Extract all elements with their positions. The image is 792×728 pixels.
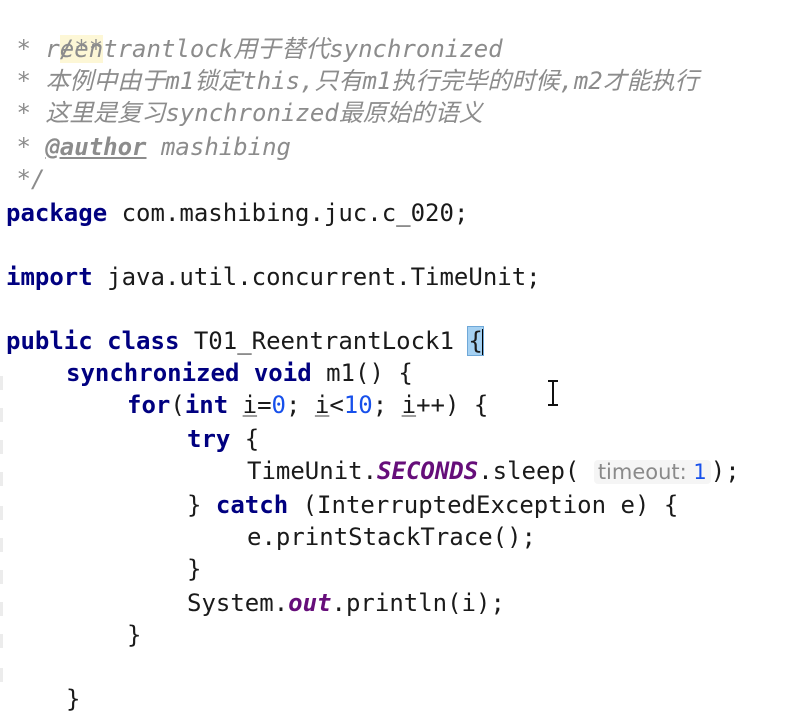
static-field: out [288,589,332,617]
for-paren: ( [170,391,185,419]
code-editor[interactable]: /** * reentrantlock用于替代synchronized * 本例… [0,0,792,728]
comment-close: */ [2,165,46,193]
keyword-class: class [107,327,180,355]
keyword-import: import [6,263,93,291]
class-name: T01_ReentrantLock1 [193,327,454,355]
hint-label: timeout: [597,460,687,484]
code-line-author[interactable]: * @author mashibing [2,132,291,162]
package-name: com.mashibing.juc.c_020; [107,199,469,227]
gutter-fold-marker [0,472,3,486]
import-name: java.util.concurrent.TimeUnit; [92,263,541,291]
code-line-sleep[interactable]: TimeUnit.SECONDS.sleep( timeout: 1); [247,456,740,486]
keyword-public: public [6,327,93,355]
code-line-class-decl[interactable]: public class T01_ReentrantLock1 { [6,326,484,356]
code-line-comment-close[interactable]: */ [2,164,45,194]
code-line-import[interactable]: import java.util.concurrent.TimeUnit; [6,262,541,292]
code-line-comment-open[interactable]: /** [2,4,104,63]
close-brace: } [187,555,202,583]
for-semi: ; [372,391,402,419]
code-line-package[interactable]: package com.mashibing.juc.c_020; [6,198,468,228]
author-tag: @author [45,133,147,161]
gutter-fold-marker [0,634,3,648]
for-eq: = [257,391,272,419]
comment-text-2: 本例中由于m1锁定this,只有m1执行完毕的时候,m2才能执行 [45,67,699,95]
gutter-fold-marker [0,506,3,520]
method-name: m1 [326,359,355,387]
try-brace: { [230,425,260,453]
comment-star: * [2,99,46,127]
gutter-fold-marker [0,538,3,552]
static-field: SECONDS [377,457,479,485]
comment-text-1: reentrantlock用于替代synchronized [45,35,503,63]
gutter-fold-marker [0,408,3,422]
catch-rest: (InterruptedException e) { [288,491,679,519]
for-semi: ; [285,391,315,419]
gutter-fold-marker [0,570,3,584]
keyword-try: try [187,425,231,453]
author-name: mashibing [146,133,292,161]
code-line-close-method[interactable]: } [66,684,80,714]
comment-star: * [2,35,46,63]
gutter-fold-marker [0,668,3,682]
comment-star: * [2,67,46,95]
print-stack-call: e.printStackTrace(); [247,523,536,551]
loop-var: i [401,391,417,419]
gutter-fold-marker [0,376,3,390]
matched-brace: { [467,326,484,356]
code-line-print-stack[interactable]: e.printStackTrace(); [247,522,536,552]
keyword-int: int [184,391,229,419]
close-brace: } [127,621,142,649]
code-line-method-decl[interactable]: synchronized void m1() { [66,358,413,388]
code-line-for[interactable]: for(int i=0; i<10; i++) { [127,390,488,420]
code-line-catch[interactable]: } catch (InterruptedException e) { [187,490,678,520]
comment-text-3: 这里是复习synchronized最原始的语义 [45,99,483,127]
close-brace: } [66,685,81,713]
loop-var: i [242,391,258,419]
text-caret [481,329,484,355]
for-lt: < [329,391,344,419]
loop-var: i [314,391,330,419]
for-inc: ++) { [416,391,489,419]
code-line-comment-1[interactable]: * reentrantlock用于替代synchronized [2,34,503,64]
gutter-fold-marker [0,602,3,616]
call-close: ); [710,457,740,485]
code-line-try[interactable]: try { [187,424,259,454]
code-line-comment-3[interactable]: * 这里是复习synchronized最原始的语义 [2,98,483,128]
hint-value: 1 [693,460,707,484]
keyword-for: for [127,391,171,419]
catch-open: } [187,491,216,519]
code-line-close-try[interactable]: } [187,554,201,584]
keyword-package: package [6,199,108,227]
method-call: .sleep( [478,457,580,485]
class-ref: TimeUnit. [247,457,378,485]
gutter-fold-marker [0,440,3,454]
code-line-comment-2[interactable]: * 本例中由于m1锁定this,只有m1执行完毕的时候,m2才能执行 [2,66,699,96]
method-rest: () { [355,359,413,387]
number-literal: 10 [343,391,373,419]
println-call: .println(i); [331,589,505,617]
keyword-synchronized: synchronized [66,359,240,387]
ibeam-cursor-icon [548,380,558,406]
keyword-catch: catch [215,491,289,519]
number-literal: 0 [271,391,286,419]
system-ref: System. [187,589,289,617]
keyword-void: void [253,359,312,387]
code-line-println[interactable]: System.out.println(i); [187,588,505,618]
code-line-close-for[interactable]: } [127,620,141,650]
comment-star: * [2,133,46,161]
parameter-hint: timeout: 1 [593,460,711,484]
